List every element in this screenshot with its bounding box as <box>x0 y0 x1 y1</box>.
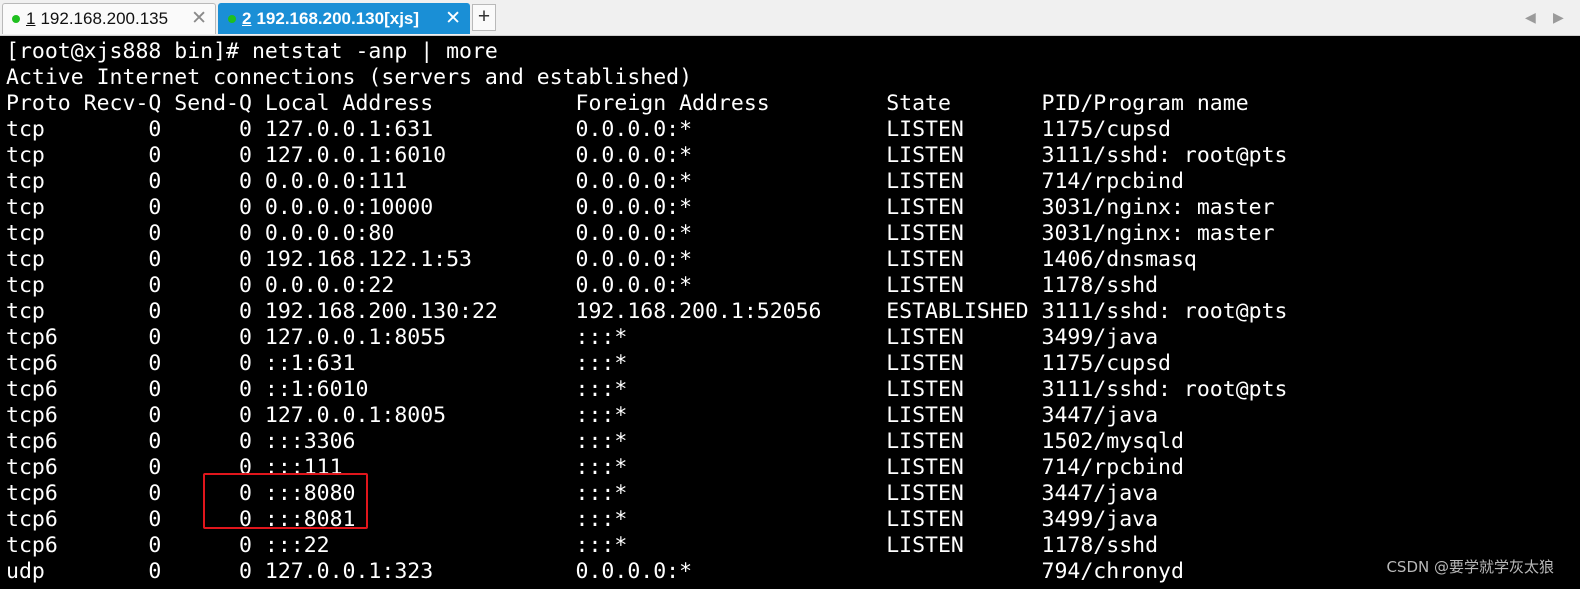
terminal-line: tcp6 0 0 :::22 :::* LISTEN 1178/sshd <box>6 533 1159 558</box>
close-icon[interactable]: ✕ <box>445 8 461 30</box>
connected-status-icon <box>228 15 236 23</box>
terminal-line: tcp6 0 0 127.0.0.1:8005 :::* LISTEN 3447… <box>6 403 1159 428</box>
terminal-app-window: 1 192.168.200.135 ✕ 2 192.168.200.130[xj… <box>0 0 1580 589</box>
terminal-line: udp 0 0 127.0.0.1:323 0.0.0.0:* 794/chro… <box>6 559 1184 584</box>
tab-number: 1 <box>26 9 36 28</box>
terminal-line: tcp 0 0 127.0.0.1:6010 0.0.0.0:* LISTEN … <box>6 143 1288 168</box>
tab-label: 192.168.200.135 <box>40 9 169 28</box>
terminal-line: tcp6 0 0 ::1:6010 :::* LISTEN 3111/sshd:… <box>6 377 1288 402</box>
terminal-line: tcp6 0 0 :::111 :::* LISTEN 714/rpcbind <box>6 455 1184 480</box>
terminal-line: Active Internet connections (servers and… <box>6 65 693 90</box>
scroll-tabs-left-icon[interactable]: ◀ <box>1525 7 1536 27</box>
connected-status-icon <box>12 15 20 23</box>
scroll-tabs-right-icon[interactable]: ▶ <box>1553 7 1564 27</box>
terminal-line: tcp 0 0 127.0.0.1:631 0.0.0.0:* LISTEN 1… <box>6 117 1171 142</box>
terminal-line: tcp 0 0 0.0.0.0:111 0.0.0.0:* LISTEN 714… <box>6 169 1184 194</box>
terminal-line: tcp 0 0 0.0.0.0:10000 0.0.0.0:* LISTEN 3… <box>6 195 1275 220</box>
terminal-line: tcp 0 0 192.168.122.1:53 0.0.0.0:* LISTE… <box>6 247 1197 272</box>
terminal-line: tcp 0 0 0.0.0.0:22 0.0.0.0:* LISTEN 1178… <box>6 273 1159 298</box>
close-icon[interactable]: ✕ <box>191 8 207 30</box>
terminal-line: Proto Recv-Q Send-Q Local Address Foreig… <box>6 91 1249 116</box>
new-tab-button[interactable]: + <box>472 4 496 31</box>
session-tab-bar: 1 192.168.200.135 ✕ 2 192.168.200.130[xj… <box>0 0 1580 36</box>
session-tab-2[interactable]: 2 192.168.200.130[xjs] ✕ <box>218 3 470 34</box>
terminal-line: tcp6 0 0 ::1:631 :::* LISTEN 1175/cupsd <box>6 351 1171 376</box>
watermark: CSDN @要学就学灰太狼 <box>1386 558 1554 576</box>
tab-label: 192.168.200.130[xjs] <box>256 9 420 28</box>
port-highlight-annotation <box>203 473 368 529</box>
terminal-line: [root@xjs888 bin]# netstat -anp | more <box>6 39 498 64</box>
tab-number: 2 <box>242 9 252 28</box>
terminal-line: tcp 0 0 192.168.200.130:22 192.168.200.1… <box>6 299 1288 324</box>
terminal-line: tcp6 0 0 :::3306 :::* LISTEN 1502/mysqld <box>6 429 1184 454</box>
terminal-line: tcp 0 0 0.0.0.0:80 0.0.0.0:* LISTEN 3031… <box>6 221 1275 246</box>
terminal-line: tcp6 0 0 :::8080 :::* LISTEN 3447/java <box>6 481 1159 506</box>
session-tab-1[interactable]: 1 192.168.200.135 ✕ <box>2 3 216 34</box>
terminal-line: tcp6 0 0 127.0.0.1:8055 :::* LISTEN 3499… <box>6 325 1159 350</box>
terminal-line: tcp6 0 0 :::8081 :::* LISTEN 3499/java <box>6 507 1159 532</box>
terminal-output[interactable]: [root@xjs888 bin]# netstat -anp | more A… <box>0 36 1580 589</box>
